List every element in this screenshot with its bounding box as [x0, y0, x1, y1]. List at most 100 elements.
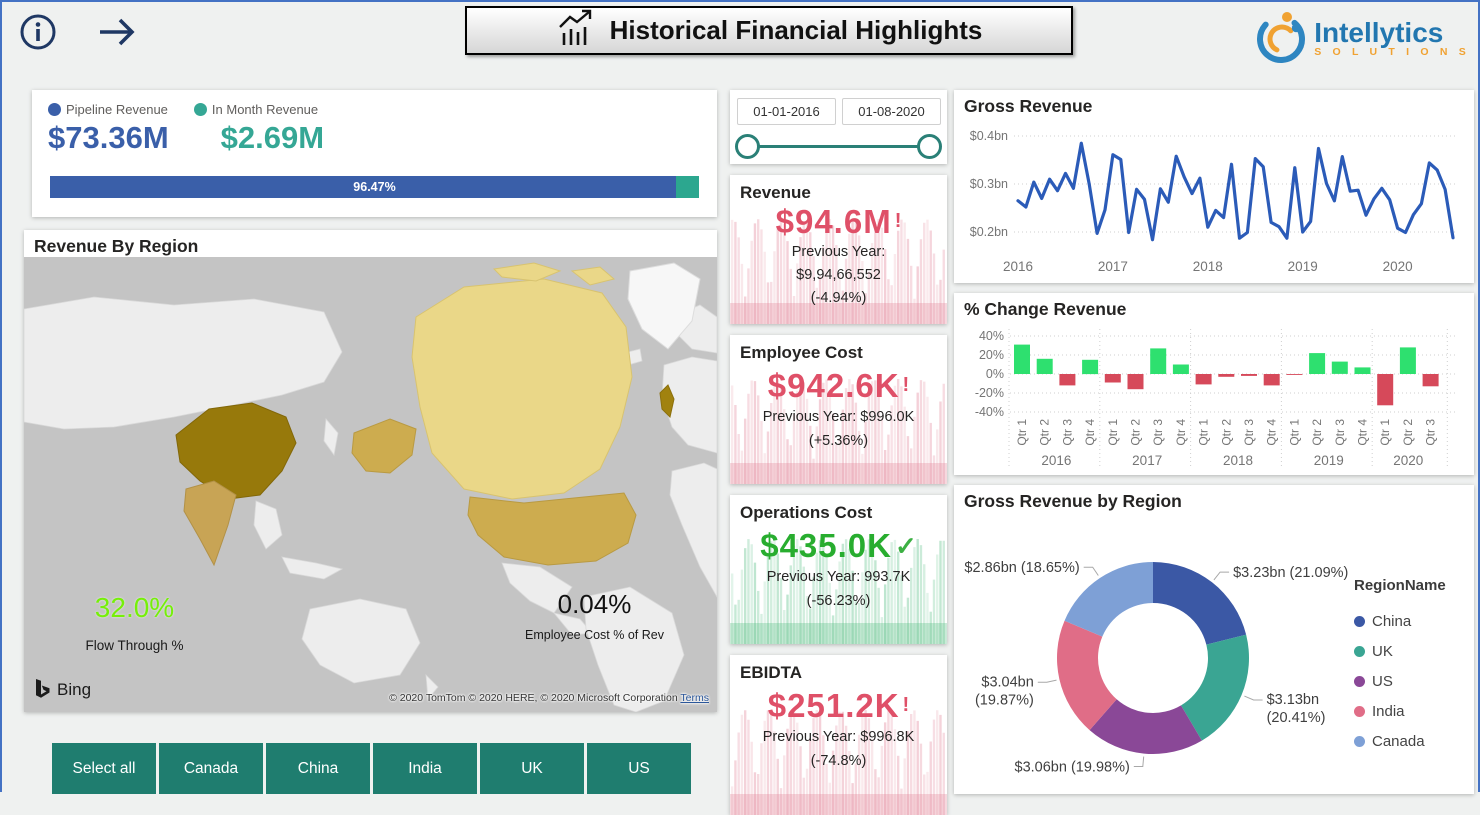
legend-item-uk[interactable]: UK — [1354, 636, 1446, 666]
kpi-value: $94.6M — [776, 203, 892, 240]
svg-text:$3.06bn (19.98%): $3.06bn (19.98%) — [1015, 760, 1130, 776]
attribution-text: © 2020 TomTom © 2020 HERE, © 2020 Micros… — [389, 692, 678, 704]
svg-text:2020: 2020 — [1383, 259, 1413, 274]
date-end-input[interactable] — [842, 98, 941, 125]
region-filter-button-select-all[interactable]: Select all — [52, 743, 156, 794]
svg-text:$0.4bn: $0.4bn — [970, 129, 1008, 143]
legend-dot — [1354, 616, 1365, 627]
legend-pipeline-revenue: Pipeline Revenue — [48, 102, 168, 117]
svg-text:2018: 2018 — [1223, 453, 1253, 468]
svg-text:Qtr 1: Qtr 1 — [1015, 419, 1029, 446]
svg-text:2017: 2017 — [1132, 453, 1162, 468]
kpi-prev-year-line: Previous Year: $996.8K — [730, 725, 947, 749]
svg-text:-40%: -40% — [975, 405, 1004, 419]
progress-label: 96.47% — [50, 180, 699, 194]
svg-text:Qtr 1: Qtr 1 — [1287, 419, 1301, 446]
kpi-title: EBIDTA — [730, 655, 947, 683]
region-filter-button-canada[interactable]: Canada — [159, 743, 263, 794]
revenue-by-region-map-card: Revenue By Region — [24, 230, 717, 712]
legend-label: Pipeline Revenue — [66, 102, 168, 117]
svg-text:Qtr 4: Qtr 4 — [1083, 419, 1097, 446]
gross-revenue-plot[interactable]: $0.4bn$0.3bn$0.2bn20162017201820192020 — [958, 116, 1466, 278]
terms-link[interactable]: Terms — [680, 692, 709, 704]
legend-label: India — [1372, 703, 1405, 720]
map-attribution: © 2020 TomTom © 2020 HERE, © 2020 Micros… — [389, 692, 709, 704]
date-start-input[interactable] — [737, 98, 836, 125]
employee-cost-pct-kpi: 0.04% Employee Cost % of Rev — [492, 589, 697, 642]
svg-text:$3.04bn(19.87%): $3.04bn(19.87%) — [975, 674, 1034, 708]
bing-logo[interactable]: Bing — [34, 678, 91, 702]
logo-text: Intellytics — [1314, 20, 1470, 46]
svg-text:2019: 2019 — [1314, 453, 1344, 468]
region-filter-button-us[interactable]: US — [587, 743, 691, 794]
pct-change-revenue-chart-card: % Change Revenue 40%20%0%-20%-40%Qtr 1Qt… — [954, 293, 1474, 475]
info-icon[interactable] — [18, 12, 58, 57]
legend-label: UK — [1372, 643, 1393, 660]
region-legend: RegionName China UK US India Canada — [1354, 577, 1446, 756]
kpi-card-employee-cost[interactable]: Employee Cost$942.6K!Previous Year: $996… — [730, 335, 947, 484]
kpi-status-indicator: ! — [903, 694, 910, 716]
svg-text:$3.23bn (21.09%): $3.23bn (21.09%) — [1233, 565, 1348, 581]
kpi-title: Employee Cost — [730, 335, 947, 363]
legend-title: RegionName — [1354, 577, 1446, 594]
svg-text:2016: 2016 — [1041, 453, 1071, 468]
analytics-chart-icon — [556, 9, 596, 52]
svg-text:Qtr 4: Qtr 4 — [1356, 419, 1370, 446]
svg-text:$0.3bn: $0.3bn — [970, 177, 1008, 191]
page-title-banner: Historical Financial Highlights — [465, 6, 1073, 55]
chart-title: Gross Revenue — [954, 90, 1474, 119]
flow-through-kpi: 32.0% Flow Through % — [62, 592, 207, 653]
pipeline-revenue-card[interactable]: Pipeline Revenue In Month Revenue $73.36… — [32, 90, 717, 217]
svg-text:-20%: -20% — [975, 386, 1004, 400]
map-title: Revenue By Region — [24, 230, 717, 259]
employee-cost-pct-label: Employee Cost % of Rev — [492, 628, 697, 642]
svg-text:20%: 20% — [979, 348, 1004, 362]
legend-item-china[interactable]: China — [1354, 606, 1446, 636]
kpi-card-operations-cost[interactable]: Operations Cost$435.0K✓Previous Year: 99… — [730, 495, 947, 644]
flow-through-value: 32.0% — [62, 592, 207, 624]
kpi-card-revenue[interactable]: Revenue$94.6M! Previous Year:$9,94,66,552… — [730, 175, 947, 324]
bing-label: Bing — [57, 680, 91, 700]
legend-label: In Month Revenue — [212, 102, 318, 117]
kpi-prev-year-line: Previous Year: 993.7K — [730, 565, 947, 589]
legend-item-india[interactable]: India — [1354, 696, 1446, 726]
slider-handle-end[interactable] — [917, 134, 942, 159]
dashboard-page: { "header": { "title": "Historical Finan… — [0, 0, 1480, 792]
kpi-status-indicator: ! — [895, 210, 902, 232]
kpi-prev-year-line: (-56.23%) — [730, 589, 947, 613]
kpi-value: $942.6K — [768, 367, 900, 404]
svg-text:0%: 0% — [986, 367, 1004, 381]
page-title: Historical Financial Highlights — [610, 15, 983, 46]
kpi-prev-year-line: Previous Year: — [730, 241, 947, 264]
region-filter-button-india[interactable]: India — [373, 743, 477, 794]
svg-text:Qtr 3: Qtr 3 — [1151, 419, 1165, 446]
svg-text:Qtr 3: Qtr 3 — [1424, 419, 1438, 446]
kpi-prev-year-line: $9,94,66,552 — [730, 264, 947, 287]
svg-text:Qtr 3: Qtr 3 — [1333, 419, 1347, 446]
pipeline-revenue-value: $73.36M — [48, 120, 169, 156]
kpi-card-ebidta[interactable]: EBIDTA$251.2K!Previous Year: $996.8K(-74… — [730, 655, 947, 815]
kpi-prev-year-line: Previous Year: $996.0K — [730, 405, 947, 429]
region-filter-bar: Select allCanadaChinaIndiaUKUS — [52, 743, 691, 794]
svg-text:Qtr 2: Qtr 2 — [1310, 419, 1324, 446]
svg-text:Qtr 1: Qtr 1 — [1378, 419, 1392, 446]
kpi-column: Revenue$94.6M! Previous Year:$9,94,66,552… — [730, 90, 947, 815]
svg-text:$2.86bn (18.65%): $2.86bn (18.65%) — [964, 560, 1079, 576]
region-filter-button-china[interactable]: China — [266, 743, 370, 794]
legend-item-canada[interactable]: Canada — [1354, 726, 1446, 756]
slider-handle-start[interactable] — [735, 134, 760, 159]
region-donut-plot[interactable]: $3.23bn (21.09%) $3.13bn(20.41%) $3.06bn (… — [958, 513, 1378, 793]
legend-dot-teal — [194, 103, 207, 116]
pct-change-plot[interactable]: 40%20%0%-20%-40%Qtr 1Qtr 2Qtr 3Qtr 4Qtr … — [958, 319, 1466, 471]
svg-text:$3.13bn(20.41%): $3.13bn(20.41%) — [1267, 692, 1326, 726]
svg-text:2017: 2017 — [1098, 259, 1128, 274]
svg-text:Qtr 1: Qtr 1 — [1197, 419, 1211, 446]
arrow-right-icon[interactable] — [94, 14, 140, 55]
flow-through-label: Flow Through % — [62, 638, 207, 653]
kpi-title: Revenue — [730, 175, 947, 203]
svg-text:2020: 2020 — [1393, 453, 1423, 468]
slider-track[interactable] — [746, 145, 931, 148]
legend-item-us[interactable]: US — [1354, 666, 1446, 696]
region-filter-button-uk[interactable]: UK — [480, 743, 584, 794]
legend-dot-blue — [48, 103, 61, 116]
